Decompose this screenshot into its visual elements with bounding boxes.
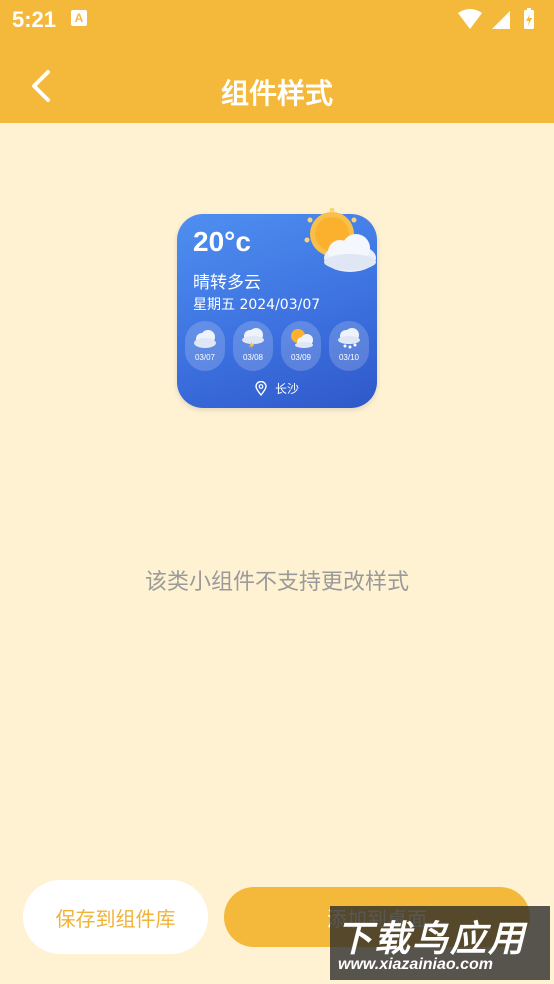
watermark: 下载鸟应用 www.xiazainiao.com bbox=[330, 906, 550, 980]
unsupported-style-notice: 该类小组件不支持更改样式 bbox=[144, 570, 409, 595]
wifi-icon bbox=[458, 9, 482, 29]
forecast-day: 03/08 bbox=[233, 321, 273, 371]
app-bar: 组件样式 bbox=[0, 40, 554, 123]
cloud-icon bbox=[194, 330, 216, 348]
location-label: 长沙 bbox=[274, 382, 299, 396]
sun-cloud-icon bbox=[304, 208, 376, 272]
status-bar: 5:21 A bbox=[0, 0, 554, 40]
widget-location: 长沙 bbox=[177, 380, 377, 397]
signal-icon bbox=[492, 11, 510, 29]
sun-cloud-icon bbox=[291, 329, 313, 348]
page-title: 组件样式 bbox=[220, 77, 333, 110]
watermark-title: 下载鸟应用 bbox=[336, 919, 527, 960]
forecast-row: 03/07 03/08 03/09 03/10 bbox=[185, 321, 369, 373]
forecast-date: 03/10 bbox=[338, 353, 360, 362]
weather-widget-preview: 20°c 晴转多云 星期五 2024/03/07 03/07 03/08 03/… bbox=[177, 208, 377, 408]
system-icons bbox=[458, 8, 534, 29]
forecast-date: 03/08 bbox=[242, 353, 264, 362]
location-pin-icon bbox=[255, 381, 267, 396]
status-time: 5:21 bbox=[12, 7, 57, 32]
thunder-cloud-icon bbox=[242, 328, 264, 349]
forecast-day: 03/07 bbox=[185, 321, 225, 371]
widget-temperature: 20°c bbox=[193, 226, 251, 257]
app-notification-icon: A bbox=[71, 10, 87, 26]
forecast-day: 03/10 bbox=[329, 321, 369, 371]
save-to-library-button[interactable]: 保存到组件库 bbox=[23, 880, 208, 954]
forecast-date: 03/09 bbox=[290, 353, 312, 362]
widget-date: 星期五 2024/03/07 bbox=[193, 297, 321, 313]
watermark-url: www.xiazainiao.com bbox=[338, 956, 494, 973]
forecast-date: 03/07 bbox=[194, 353, 216, 362]
top-bar: 5:21 A 组件样式 bbox=[0, 0, 554, 123]
battery-icon bbox=[524, 8, 534, 29]
forecast-day: 03/09 bbox=[281, 321, 321, 371]
snow-cloud-icon bbox=[338, 328, 360, 349]
widget-condition: 晴转多云 bbox=[193, 273, 261, 293]
